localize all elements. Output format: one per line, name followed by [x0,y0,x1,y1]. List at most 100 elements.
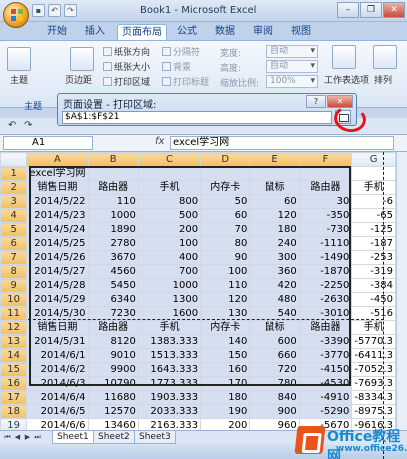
grid-cell[interactable]: 600 [249,334,300,349]
grid-cell[interactable]: 200 [137,222,202,237]
grid-cell[interactable]: 110 [200,278,251,293]
arrange-button[interactable]: 排列 [374,73,392,86]
grid-cell[interactable]: -187 [351,236,396,251]
grid-cell[interactable]: 2014/6/1 [26,348,89,363]
grid-cell[interactable]: 120 [200,292,251,307]
grid-cell[interactable]: -8334.3 [351,390,396,405]
grid-cell[interactable]: 销售日期 [26,320,89,335]
grid-cell[interactable]: 900 [249,404,300,419]
grid-cell[interactable]: -4150 [298,362,353,377]
grid-cell[interactable]: 2014/5/31 [26,334,89,349]
first-sheet-icon[interactable]: ⏮ [3,432,12,443]
grid-cell[interactable]: 840 [249,390,300,405]
margins-icon[interactable] [70,47,94,71]
grid-cell[interactable]: -319 [351,264,396,279]
row-header[interactable]: 17 [0,390,28,405]
grid-cell[interactable]: 10790 [87,376,139,391]
row-header[interactable]: 18 [0,404,28,419]
grid-cell[interactable]: 3670 [87,250,139,265]
tab-insert[interactable]: 插入 [78,24,112,40]
grid-cell[interactable]: 1643.333 [137,362,202,377]
row-header[interactable]: 12 [0,320,28,335]
grid-cell[interactable]: 2014/6/3 [26,376,89,391]
grid-cell[interactable]: 2014/5/26 [26,250,89,265]
grid-cell[interactable]: 500 [137,208,202,223]
grid-cell[interactable]: 2014/5/28 [26,278,89,293]
grid-cell[interactable]: 2014/6/4 [26,390,89,405]
grid-cell[interactable]: -253 [351,250,396,265]
print-titles-button[interactable]: 打印标题 [162,75,209,88]
grid-cell[interactable]: -125 [351,222,396,237]
row-header[interactable]: 3 [0,194,28,209]
grid-cell[interactable] [249,166,300,181]
grid-cell[interactable]: -6 [351,194,396,209]
grid-cell[interactable]: -730 [298,222,353,237]
background-button[interactable]: 背景 [162,60,191,73]
grid-cell[interactable]: excel学习网 [26,166,89,181]
row-header[interactable]: 14 [0,348,28,363]
formula-input[interactable]: excel学习网 [170,136,394,150]
grid-cell[interactable]: 660 [249,348,300,363]
grid-cell[interactable]: 1890 [87,222,139,237]
grid-cell[interactable]: 内存卡 [200,320,251,335]
grid-cell[interactable]: 90 [200,250,251,265]
grid-cell[interactable]: -2630 [298,292,353,307]
grid-cell[interactable]: -3390 [298,334,353,349]
tab-data[interactable]: 数据 [208,24,242,40]
grid-cell[interactable]: 180 [249,222,300,237]
grid-cell[interactable]: -1490 [298,250,353,265]
row-header[interactable]: 13 [0,334,28,349]
grid-cell[interactable]: 1000 [137,278,202,293]
grid-cell[interactable]: -3770 [298,348,353,363]
grid-cell[interactable]: 700 [137,264,202,279]
row-header[interactable]: 6 [0,236,28,251]
grid-cell[interactable] [298,166,353,181]
grid-cell[interactable] [87,166,139,181]
grid-cell[interactable]: 30 [298,194,353,209]
column-header[interactable]: G [351,152,396,167]
worksheet-grid[interactable]: A B C D E F G 1 excel学习网 2 销售日期 路由器 手机 内存卡 鼠标 路由… [0,152,396,430]
grid-cell[interactable]: -65 [351,208,396,223]
column-header[interactable]: C [137,152,202,167]
grid-cell[interactable]: 200 [200,418,251,430]
grid-cell[interactable]: 110 [87,194,139,209]
grid-cell[interactable]: 2033.333 [137,404,202,419]
tab-view[interactable]: 视图 [284,24,318,40]
row-header[interactable]: 4 [0,208,28,223]
grid-cell[interactable]: 2014/5/22 [26,194,89,209]
last-sheet-icon[interactable]: ⏭ [33,432,42,443]
grid-cell[interactable]: 12570 [87,404,139,419]
grid-cell[interactable]: 2014/5/25 [26,236,89,251]
grid-cell[interactable]: 60 [200,208,251,223]
grid-cell[interactable]: -1870 [298,264,353,279]
office-button[interactable] [3,2,29,28]
grid-cell[interactable]: 手机 [351,180,396,195]
grid-cell[interactable]: -350 [298,208,353,223]
grid-cell[interactable]: 60 [249,194,300,209]
column-header[interactable]: A [26,152,89,167]
grid-cell[interactable]: 1773.333 [137,376,202,391]
grid-cell[interactable]: 120 [249,208,300,223]
column-header[interactable]: B [87,152,139,167]
fx-icon[interactable]: fx [155,136,164,147]
grid-cell[interactable]: 780 [249,376,300,391]
print-area-button[interactable]: 打印区域 [103,75,150,88]
grid-cell[interactable]: 5450 [87,278,139,293]
grid-cell[interactable]: 800 [137,194,202,209]
grid-cell[interactable]: 4560 [87,264,139,279]
grid-cell[interactable]: 鼠标 [249,180,300,195]
column-header[interactable]: E [249,152,300,167]
grid-cell[interactable]: -6411.3 [351,348,396,363]
grid-cell[interactable]: 100 [200,264,251,279]
grid-cell[interactable] [200,166,251,181]
grid-cell[interactable]: 180 [200,390,251,405]
sheet-options-button[interactable]: 工作表选项 [324,73,369,86]
grid-cell[interactable]: -4530 [298,376,353,391]
grid-cell[interactable]: 2014/5/24 [26,222,89,237]
save-icon[interactable]: ▪ [32,4,45,17]
grid-cell[interactable]: -384 [351,278,396,293]
grid-cell[interactable]: 480 [249,292,300,307]
grid-cell[interactable]: 960 [249,418,300,430]
theme-icon[interactable] [7,47,31,71]
grid-cell[interactable]: 2163.333 [137,418,202,430]
